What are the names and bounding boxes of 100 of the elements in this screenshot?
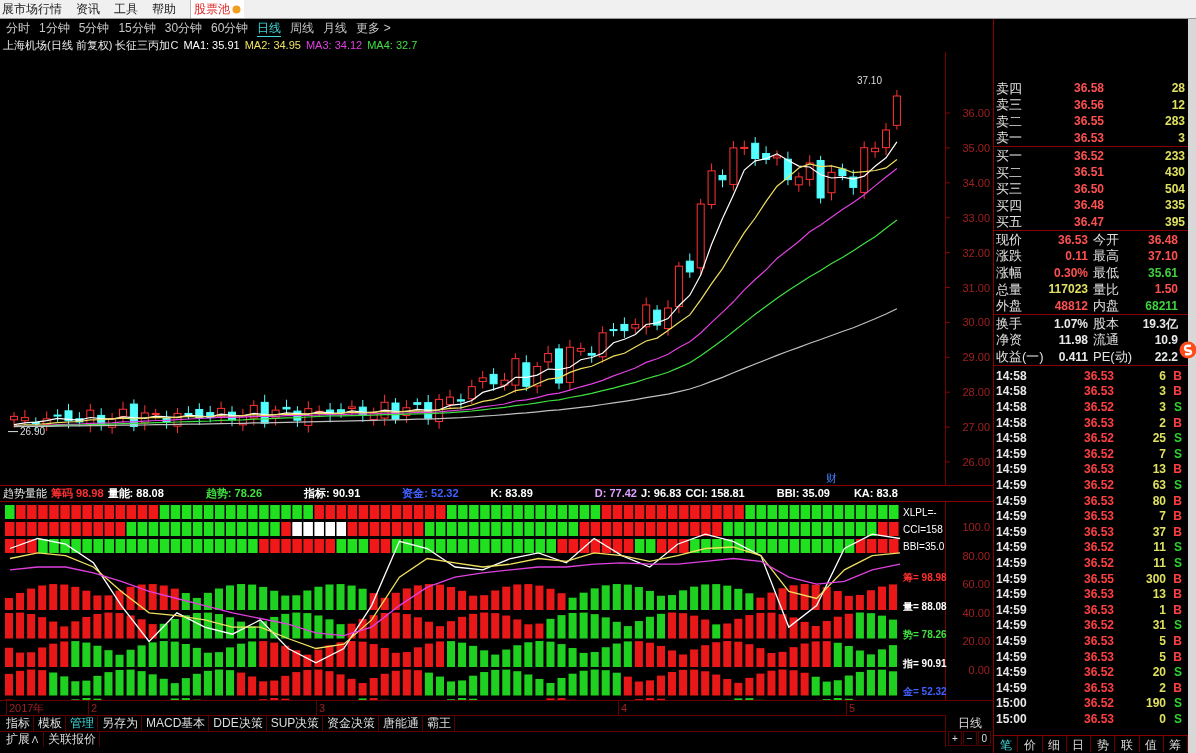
trade-price: 36.53 — [1082, 414, 1114, 432]
trade-price: 36.52 — [1082, 695, 1114, 713]
menu-item[interactable]: 帮助 — [152, 0, 176, 18]
quote-label: 总量 — [996, 280, 1022, 299]
date-label: 2 — [88, 701, 98, 715]
zoom-button[interactable]: − — [962, 731, 977, 746]
order-label: 卖一 — [996, 129, 1023, 148]
trade-time: 14:59 — [996, 570, 1028, 588]
detail-tab[interactable]: 价 — [1018, 736, 1043, 752]
signal-label: CCI=158 — [903, 524, 943, 535]
trade-price: 36.52 — [1082, 555, 1114, 572]
candle — [293, 405, 302, 428]
period-tab[interactable]: 1分钟 — [39, 21, 70, 36]
order-price: 36.50 — [1072, 180, 1104, 198]
order-price: 36.51 — [1072, 164, 1104, 182]
order-price: 36.47 — [1072, 214, 1104, 232]
trade-price: 36.53 — [1082, 586, 1114, 604]
period-tab[interactable]: 月线 — [323, 21, 348, 36]
band-label: 金= 52.32 — [903, 686, 947, 697]
quote-label: 收益(一) — [996, 348, 1044, 367]
candle — [718, 168, 727, 188]
quote-value: 10.9 — [1153, 332, 1178, 350]
candle — [184, 405, 193, 420]
trade-volume: 80 — [1151, 492, 1166, 510]
order-volume: 283 — [1163, 113, 1185, 131]
trade-volume: 11 — [1152, 555, 1166, 572]
panel-tab[interactable]: 关联报价 — [48, 732, 100, 747]
period-tab[interactable]: 分时 — [6, 21, 30, 36]
candle — [729, 140, 738, 192]
period-tab[interactable]: 5分钟 — [78, 21, 110, 36]
detail-tab[interactable]: 联 — [1115, 736, 1140, 752]
detail-tab[interactable]: 势 — [1091, 736, 1116, 752]
quote-label: 今开 — [1093, 230, 1119, 249]
zoom-button[interactable]: + — [947, 731, 962, 746]
indicator-tab[interactable]: 模板 — [38, 716, 66, 731]
candle — [816, 155, 825, 204]
candle — [260, 394, 269, 429]
trade-time: 14:59 — [996, 586, 1028, 604]
candle — [195, 402, 204, 426]
period-tab[interactable]: 60分钟 — [211, 21, 249, 36]
trade-side: B — [1172, 492, 1182, 510]
candle — [620, 316, 629, 339]
indicator-tab[interactable]: 管理 — [70, 716, 98, 731]
indicator-tab[interactable]: SUP决策 — [270, 716, 324, 731]
indicator-tab[interactable]: 另存为 — [102, 716, 142, 731]
trade-volume: 63 — [1151, 477, 1166, 495]
menu-item[interactable]: 展市场行情 — [2, 0, 62, 18]
order-label: 卖四 — [996, 79, 1023, 98]
trade-side: B — [1172, 383, 1182, 401]
order-price: 36.55 — [1072, 113, 1104, 131]
order-label: 买三 — [996, 180, 1023, 199]
trade-price: 36.53 — [1082, 679, 1114, 697]
quote-value: 0.411 — [1057, 348, 1088, 366]
candle — [456, 393, 465, 410]
quote-label: 最高 — [1093, 247, 1119, 266]
quote-label: 内盘 — [1093, 297, 1119, 316]
indicator-tab[interactable]: 霸王 — [427, 716, 456, 731]
quote-value: 36.48 — [1146, 231, 1178, 249]
indicator-tab[interactable]: MACD基本 — [146, 716, 210, 731]
candle — [446, 389, 454, 410]
indicator-value: CCI: 158.81 — [685, 488, 745, 499]
candle — [337, 402, 345, 419]
order-volume: 395 — [1163, 214, 1185, 232]
indicator-tab[interactable]: 唐能通 — [383, 716, 424, 731]
candle — [751, 136, 760, 167]
zoom-button[interactable]: 0 — [977, 731, 992, 746]
order-volume: 3 — [1177, 130, 1185, 148]
indicator-tab[interactable]: 指标 — [6, 716, 34, 731]
detail-tab[interactable]: 细 — [1042, 736, 1067, 752]
quote-value: 1.50 — [1153, 281, 1178, 299]
order-volume: 335 — [1163, 197, 1185, 215]
trade-volume: 190 — [1144, 695, 1166, 713]
candle — [413, 397, 422, 411]
candle — [783, 151, 792, 186]
order-label: 买一 — [996, 146, 1023, 165]
period-tab[interactable]: 周线 — [290, 21, 315, 36]
moving-average-value: MA1: 35.91 — [183, 39, 240, 51]
period-tab[interactable]: 30分钟 — [164, 21, 203, 36]
period-tab[interactable]: 15分钟 — [118, 21, 156, 36]
candle — [206, 405, 215, 423]
event-marker: 财 — [826, 472, 837, 484]
trade-time: 14:59 — [996, 508, 1028, 526]
detail-tab[interactable]: 日 — [1066, 736, 1091, 752]
period-tab[interactable]: 更多 > — [356, 21, 391, 36]
detail-tab[interactable]: 笔 — [994, 736, 1019, 752]
candle — [489, 367, 498, 392]
moving-average-value: MA2: 34.95 — [244, 39, 301, 51]
indicator-tab[interactable]: DDE决策 — [213, 716, 267, 731]
menu-item[interactable]: 资讯 — [76, 0, 100, 18]
trade-time: 14:59 — [996, 633, 1028, 650]
period-tab[interactable]: 日线 — [257, 20, 282, 37]
detail-tab[interactable]: 值 — [1139, 736, 1164, 752]
moving-average-value: MA4: 32.7 — [367, 39, 418, 51]
candle — [53, 408, 62, 423]
price-axis-label: 33.00 — [962, 211, 990, 224]
indicator-tab[interactable]: 资金决策 — [327, 716, 380, 731]
candle — [587, 345, 596, 364]
menu-item[interactable]: 工具 — [114, 0, 138, 18]
trade-price: 36.52 — [1082, 399, 1114, 417]
panel-tab[interactable]: 扩展∧ — [6, 732, 44, 747]
